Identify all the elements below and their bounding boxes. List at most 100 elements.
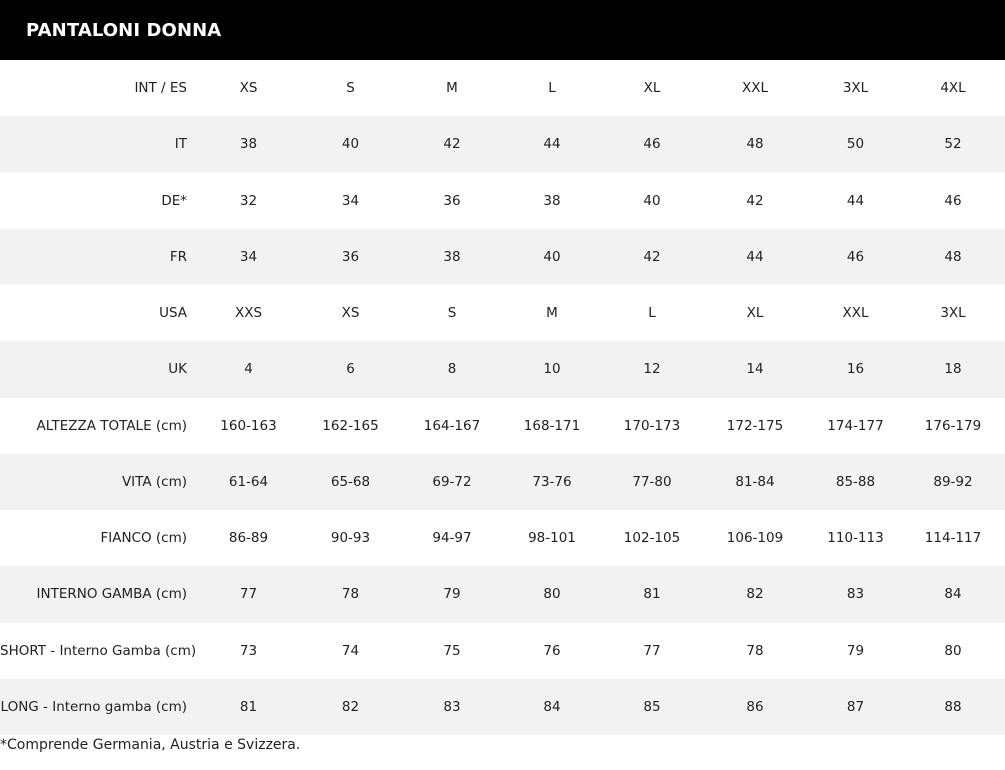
- table-row: IT 38 40 42 44 46 48 50 52: [0, 116, 1005, 173]
- size-cell: 12: [643, 361, 661, 378]
- size-cell: 73: [239, 642, 258, 659]
- table-row: SHORT - Interno Gamba (cm) 73 74 75 76 7…: [0, 623, 1005, 679]
- table-row: VITA (cm) 61-64 65-68 69-72 73-76 77-80 …: [0, 453, 1005, 510]
- size-cell: XL: [643, 80, 661, 97]
- size-cell: 81: [239, 698, 258, 715]
- size-cell: 75: [443, 642, 461, 659]
- size-cell: 79: [443, 586, 461, 603]
- size-cell: 83: [443, 698, 461, 715]
- table-row: DE* 32 34 36 38 40 42 44 46: [0, 173, 1005, 229]
- table-row: FR 34 36 38 40 42 44 46 48: [0, 228, 1005, 285]
- size-cell: 82: [746, 586, 764, 603]
- size-cell: 172-175: [726, 417, 784, 434]
- page-title: PANTALONI DONNA: [26, 19, 222, 41]
- table-row: FIANCO (cm) 86-89 90-93 94-97 98-101 102…: [0, 510, 1005, 566]
- size-cell: 44: [746, 248, 764, 265]
- size-cell: 40: [543, 248, 561, 265]
- size-cell: XXL: [842, 305, 869, 322]
- size-cell: 176-179: [924, 417, 982, 434]
- size-cell: 106-109: [726, 530, 784, 547]
- size-cell: S: [346, 80, 355, 97]
- size-cell: 77-80: [632, 473, 672, 490]
- row-label: LONG - Interno gamba (cm): [0, 698, 187, 715]
- size-cell: 36: [443, 192, 461, 209]
- row-label: FR: [169, 248, 187, 265]
- size-cell: 77: [239, 586, 258, 603]
- size-cell: 102-105: [623, 530, 681, 547]
- size-cell: 44: [846, 192, 865, 209]
- size-cell: 36: [341, 248, 360, 265]
- size-cell: 114-117: [924, 530, 982, 547]
- size-cell: 14: [746, 361, 764, 378]
- size-cell: 85-88: [835, 473, 876, 490]
- size-cell: 48: [944, 248, 962, 265]
- size-cell: 8: [447, 361, 457, 378]
- size-cell: 88: [944, 698, 962, 715]
- size-cell: 50: [846, 136, 865, 153]
- page-header: PANTALONI DONNA: [0, 0, 1005, 60]
- size-cell: 69-72: [432, 473, 472, 490]
- size-cell: XS: [341, 305, 360, 322]
- size-cell: 38: [543, 192, 561, 209]
- size-cell: 4XL: [940, 80, 966, 97]
- size-cell: 83: [846, 586, 865, 603]
- size-cell: 77: [643, 642, 661, 659]
- row-label: DE*: [161, 192, 187, 209]
- table-row: INT / ES XS S M L XL XXL 3XL 4XL: [0, 60, 1005, 116]
- size-cell: 38: [443, 248, 461, 265]
- table-row: UK 4 6 8 10 12 14 16 18: [0, 341, 1005, 398]
- size-cell: 84: [944, 586, 962, 603]
- footnote: *Comprende Germania, Austria e Svizzera.: [0, 737, 301, 753]
- size-cell: 3XL: [842, 80, 869, 97]
- size-cell: 80: [944, 642, 962, 659]
- size-cell: XS: [239, 80, 258, 97]
- size-cell: 94-97: [432, 530, 472, 547]
- size-cell: 89-92: [933, 473, 973, 490]
- size-cell: 81-84: [735, 473, 775, 490]
- size-cell: 160-163: [220, 417, 277, 434]
- size-cell: 82: [341, 698, 360, 715]
- size-cell: 76: [543, 642, 561, 659]
- size-cell: 65-68: [330, 473, 371, 490]
- table-row: LONG - Interno gamba (cm) 81 82 83 84 85…: [0, 678, 1005, 735]
- table-row: INTERNO GAMBA (cm) 77 78 79 80 81 82 83 …: [0, 566, 1005, 623]
- size-cell: 81: [643, 586, 661, 603]
- size-cell: M: [446, 80, 458, 97]
- size-cell: 84: [543, 698, 561, 715]
- size-cell: 164-167: [423, 417, 481, 434]
- row-label: INTERNO GAMBA (cm): [36, 586, 188, 603]
- size-cell: 170-173: [623, 417, 681, 434]
- table-row: ALTEZZA TOTALE (cm) 160-163 162-165 164-…: [0, 398, 1005, 454]
- table-row: USA XXS XS S M L XL XXL 3XL: [0, 285, 1005, 341]
- row-label: VITA (cm): [121, 473, 187, 490]
- size-cell: L: [548, 80, 556, 97]
- size-cell: 40: [341, 136, 360, 153]
- size-cell: 42: [643, 248, 661, 265]
- size-cell: 40: [643, 192, 661, 209]
- size-cell: M: [546, 305, 558, 322]
- size-cell: 48: [746, 136, 764, 153]
- size-cell: 86-89: [228, 530, 269, 547]
- size-cell: S: [447, 305, 457, 322]
- size-cell: 162-165: [322, 417, 379, 434]
- size-cell: 78: [746, 642, 764, 659]
- size-cell: 34: [341, 192, 360, 209]
- size-cell: 86: [746, 698, 764, 715]
- row-label: SHORT - Interno Gamba (cm): [0, 642, 197, 659]
- size-cell: 42: [746, 192, 764, 209]
- size-cell: 174-177: [827, 417, 884, 434]
- size-cell: 79: [846, 642, 865, 659]
- size-cell: 98-101: [528, 530, 576, 547]
- size-cell: 52: [944, 136, 962, 153]
- size-cell: 34: [239, 248, 258, 265]
- size-cell: 42: [443, 136, 461, 153]
- size-cell: 3XL: [940, 305, 966, 322]
- size-cell: L: [648, 305, 656, 322]
- row-label: ALTEZZA TOTALE (cm): [36, 417, 187, 434]
- size-cell: 80: [543, 586, 561, 603]
- size-cell: 4: [244, 361, 253, 378]
- size-table: INT / ES XS S M L XL XXL 3XL 4XL IT 38 4…: [0, 60, 1005, 735]
- size-cell: 6: [346, 361, 355, 378]
- size-cell: 78: [341, 586, 360, 603]
- row-label: IT: [174, 136, 187, 153]
